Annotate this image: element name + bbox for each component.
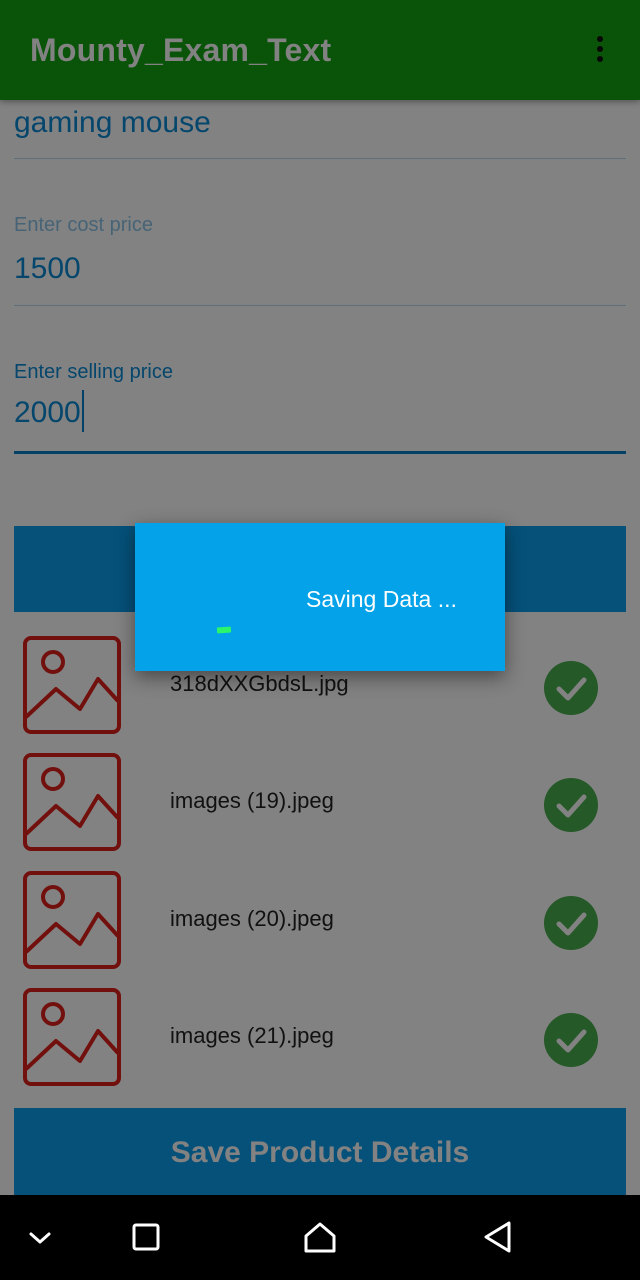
system-nav-bar	[0, 1195, 640, 1280]
recents-icon[interactable]	[124, 1215, 168, 1259]
progress-message: Saving Data ...	[306, 586, 457, 612]
progress-spinner-icon	[216, 626, 232, 634]
progress-dialog: Saving Data ...	[135, 523, 505, 671]
collapse-icon[interactable]	[18, 1215, 62, 1259]
back-icon[interactable]	[476, 1215, 520, 1259]
home-icon[interactable]	[298, 1215, 342, 1259]
